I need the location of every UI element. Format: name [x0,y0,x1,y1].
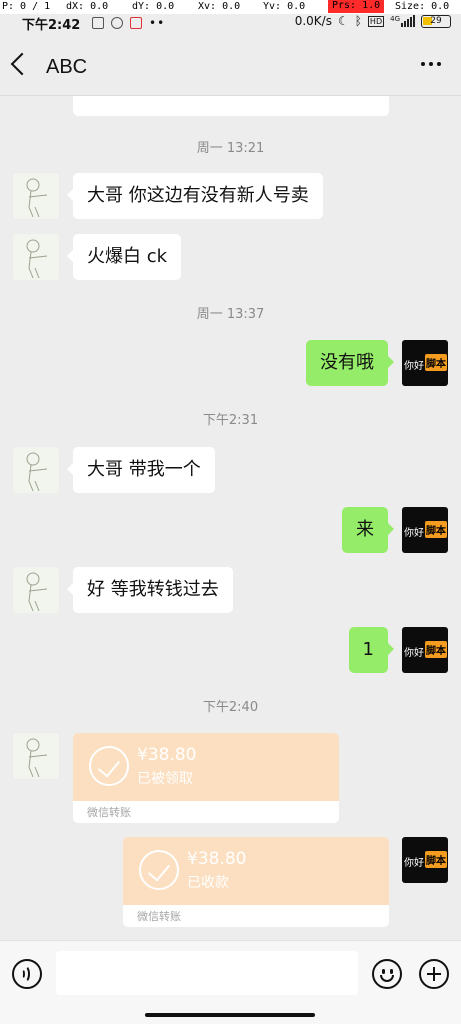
add-more-icon[interactable] [419,959,449,989]
transfer-status: 已收款 [187,875,229,891]
debug-dx: dX: 0.0 [66,1,109,12]
debug-yv: Yv: 0.0 [263,1,306,12]
my-avatar[interactable]: 你好 脚本 [402,507,448,553]
message-bubble[interactable]: 没有哦 [306,340,394,386]
network-speed: 0.0K/s [294,14,332,28]
debug-pointer: P: 0 / 1 [2,1,51,12]
debug-xv: Xv: 0.0 [198,1,241,12]
notification-icon [92,17,104,29]
hd-icon: HD [367,15,385,27]
emoji-icon[interactable] [372,959,402,989]
back-arrow-icon[interactable] [10,52,34,76]
timestamp: 周一 13:37 [196,307,265,322]
contact-avatar[interactable] [13,447,59,493]
notification-icons: •• [92,16,165,30]
more-notifications-icon: •• [149,16,166,30]
previous-message-bubble[interactable] [73,96,389,116]
contact-avatar[interactable] [13,567,59,613]
contact-avatar[interactable] [13,733,59,779]
message-bubble[interactable]: 好 等我转钱过去 [67,567,233,613]
message-bubble[interactable]: 1 [348,627,395,673]
my-avatar[interactable]: 你好 脚本 [402,837,448,883]
chat-area[interactable]: 周一 13:21 大哥 你这边有没有新人号卖 火爆白 ck 周一 13:37 你… [0,96,461,940]
chat-title: ABC [46,56,88,78]
debug-size: Size: 0.0 [395,1,450,12]
bluetooth-icon: ᛒ [354,14,362,28]
input-bar [0,940,461,1004]
status-bar: 下午2:42 •• 0.0K/s ☾ ᛒ HD 4G 29 [0,14,461,33]
transfer-card[interactable]: ¥38.80 已收款 微信转账 [123,837,389,927]
contact-avatar[interactable] [13,173,59,219]
transfer-amount: ¥38.80 [137,745,197,765]
transfer-status: 已被领取 [137,771,193,787]
timestamp: 下午2:40 [202,700,259,715]
debug-prs: Prs: 1.0 [328,0,385,13]
message-bubble[interactable]: 来 [342,507,394,553]
timestamp: 周一 13:21 [196,141,265,156]
status-time: 下午2:42 [22,18,81,33]
my-avatar[interactable]: 你好 脚本 [402,340,448,386]
timestamp: 下午2:31 [202,413,259,428]
transfer-label: 微信转账 [87,806,131,819]
message-input[interactable] [56,951,358,995]
app-notification-icon [130,17,142,29]
moon-icon: ☾ [337,14,349,28]
message-bubble[interactable]: 大哥 带我一个 [67,447,215,493]
transfer-card[interactable]: ¥38.80 已被领取 微信转账 [73,733,339,823]
signal-icon: 4G [390,15,415,27]
contact-avatar[interactable] [13,234,59,280]
message-bubble[interactable]: 火爆白 ck [66,234,182,280]
status-right: 0.0K/s ☾ ᛒ HD 4G 29 [295,14,451,28]
my-avatar[interactable]: 你好 脚本 [402,627,448,673]
message-bubble[interactable]: 大哥 你这边有没有新人号卖 [67,173,323,219]
debug-overlay: P: 0 / 1 dX: 0.0 dY: 0.0 Xv: 0.0 Yv: 0.0… [0,0,461,14]
voice-input-icon[interactable] [12,959,42,989]
chat-header: ABC [0,32,461,96]
battery-icon: 29 [421,14,451,28]
tiktok-icon [111,17,123,29]
debug-dy: dY: 0.0 [132,1,175,12]
more-options-icon[interactable] [421,62,441,66]
transfer-amount: ¥38.80 [187,849,247,869]
transfer-label: 微信转账 [137,910,181,923]
home-indicator[interactable] [0,1004,461,1024]
